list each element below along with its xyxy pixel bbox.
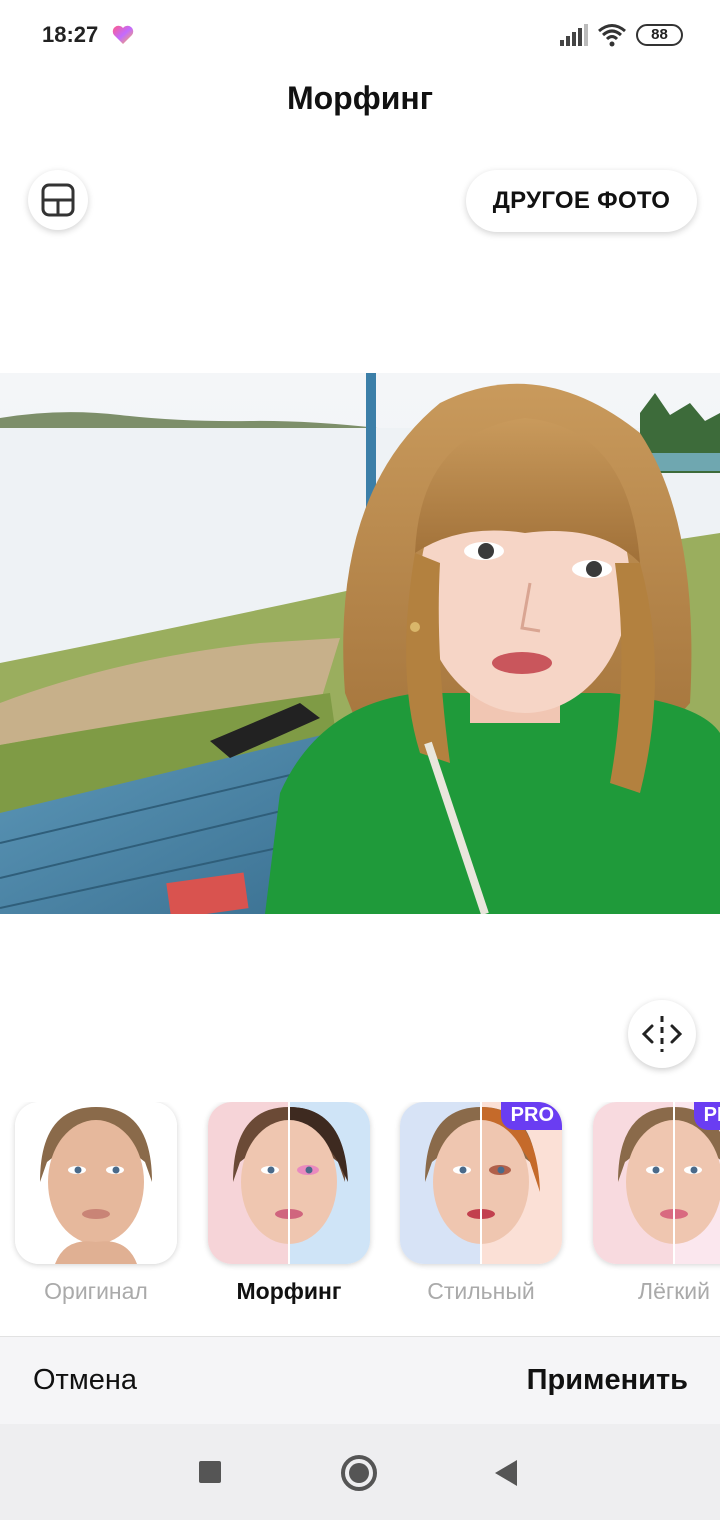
compare-button[interactable] [628,1000,696,1068]
status-bar: 18:27 88 [0,0,720,70]
filter-label: Морфинг [236,1278,342,1304]
other-photo-button[interactable]: ДРУГОЕ ФОТО [466,170,697,232]
filter-label: Стильный [427,1278,535,1304]
apply-button[interactable]: Применить [527,1364,688,1397]
status-time: 18:27 [42,22,99,47]
heart-icon [112,25,134,44]
system-nav-bar [0,1424,720,1520]
layout-button[interactable] [28,170,88,230]
pro-badge: PRO [500,1102,562,1130]
recents-icon[interactable] [199,1461,221,1483]
filter-stylish[interactable]: PRO Стильный [400,1102,562,1305]
filter-light[interactable]: PRO Лёгкий [593,1102,720,1305]
filter-carousel[interactable]: Оригинал Морфинг PRO Стильный P Лёгкий [0,1102,720,1312]
compare-slider-icon [641,1016,683,1052]
filter-thumbnail[interactable] [15,1102,177,1264]
action-bar: Отмена Применить [0,1336,720,1424]
cancel-button[interactable]: Отмена [33,1364,137,1397]
filter-thumbnail[interactable]: PRO [593,1102,720,1264]
wifi-icon [598,24,626,47]
filter-morphing[interactable]: Морфинг [208,1102,370,1305]
filter-thumbnail[interactable] [208,1102,370,1264]
back-icon[interactable] [495,1460,517,1486]
battery-icon: 88 [636,24,683,46]
filter-thumbnail[interactable]: PRO [400,1102,562,1264]
home-icon[interactable] [341,1455,377,1491]
page-title: Морфинг [286,80,434,116]
layout-icon [41,183,75,217]
filter-original[interactable]: Оригинал [15,1102,177,1305]
filter-label: Оригинал [44,1278,148,1304]
signal-icon [560,24,588,46]
filter-label: Лёгкий [637,1278,711,1304]
edited-photo [0,373,720,914]
pro-badge: PRO [693,1102,720,1130]
